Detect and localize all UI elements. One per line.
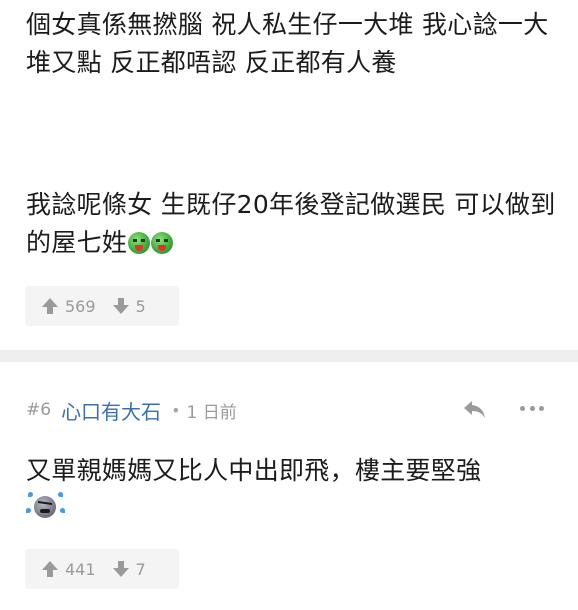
downvote-count: 5 xyxy=(135,296,146,316)
reply-icon[interactable] xyxy=(461,396,487,422)
reply-text-content: 又單親媽媽又比人中出即飛，樓主要堅強 xyxy=(26,456,482,485)
downvote-button[interactable]: 7 xyxy=(112,560,146,579)
upvote-count: 441 xyxy=(65,559,96,579)
arrow-up-icon xyxy=(42,298,58,314)
vomit-face-icon xyxy=(151,232,174,254)
more-options-icon[interactable] xyxy=(520,406,544,412)
post-number: #6 xyxy=(26,400,52,420)
comment-divider xyxy=(0,350,578,362)
angry-face-icon xyxy=(26,492,66,522)
upvote-button[interactable]: 569 xyxy=(41,297,96,316)
reply-comment-text: 又單親媽媽又比人中出即飛，樓主要堅強 xyxy=(26,452,556,528)
arrow-down-icon xyxy=(112,298,129,314)
post-time: 1 日前 xyxy=(186,402,237,423)
upvote-count: 569 xyxy=(65,296,96,316)
downvote-button[interactable]: 5 xyxy=(112,297,146,316)
arrow-up-icon xyxy=(42,561,58,577)
upvote-button[interactable]: 441 xyxy=(41,560,96,579)
reply-vote-bar: 441 7 xyxy=(25,549,179,589)
meta-separator: • xyxy=(171,400,181,420)
vote-bar: 569 5 xyxy=(25,286,179,326)
reply-meta: #6 心口有大石 • 1 日前 xyxy=(26,396,556,424)
downvote-count: 7 xyxy=(135,559,146,579)
comment-text-2-content: 我諗呢條女 生既仔20年後登記做選民 可以做到的屋七姓 xyxy=(26,190,556,257)
vomit-face-icon xyxy=(128,232,151,254)
comment-text-1: 個女真係無撚腦 祝人私生仔一大堆 我心諗一大堆又點 反正都唔認 反正都有人養 xyxy=(26,10,549,77)
username-link[interactable]: 心口有大石 xyxy=(61,396,161,425)
comment-text-2: 我諗呢條女 生既仔20年後登記做選民 可以做到的屋七姓 xyxy=(26,186,556,262)
arrow-down-icon xyxy=(112,561,129,577)
